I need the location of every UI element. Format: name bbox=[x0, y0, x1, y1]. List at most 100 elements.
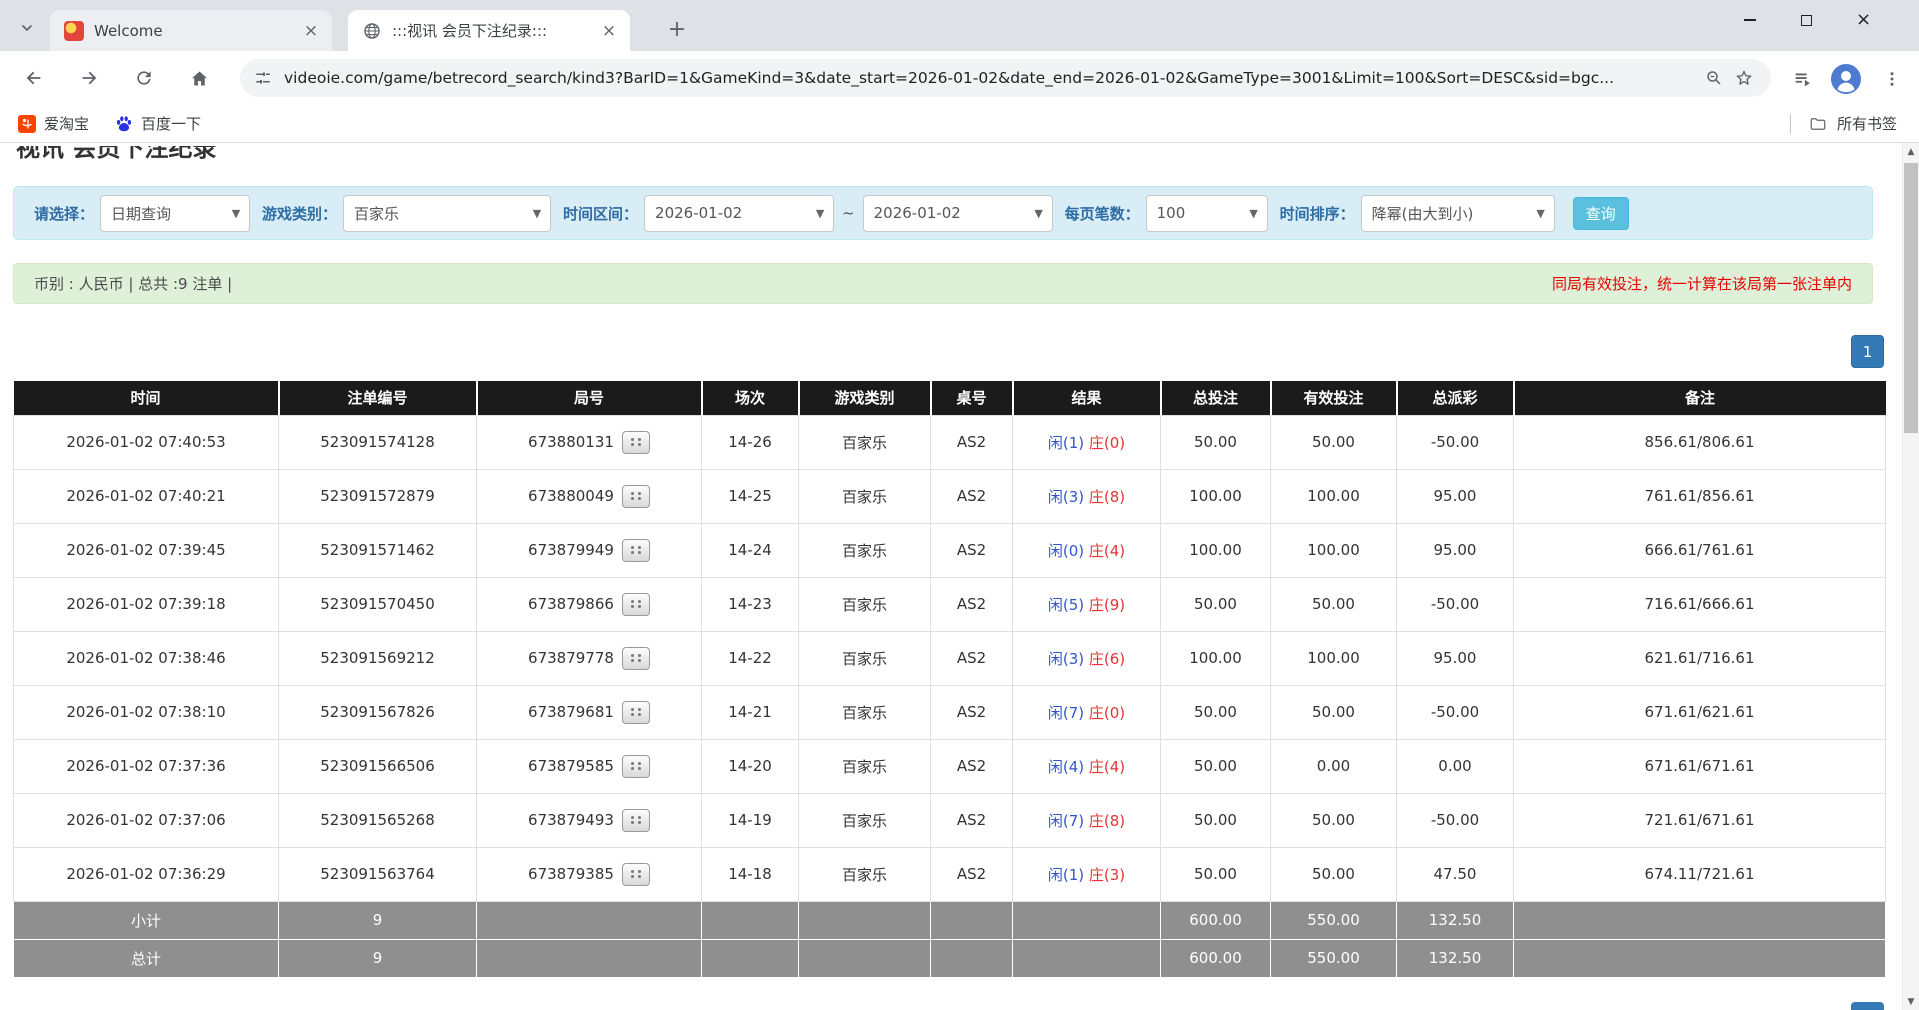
cell-total-bet[interactable]: 100.00 bbox=[1161, 631, 1271, 685]
road-map-icon[interactable] bbox=[622, 701, 650, 724]
home-icon bbox=[189, 68, 210, 89]
bookmarks-bar: 爱淘宝 百度一下 所有书签 bbox=[0, 105, 1919, 143]
cell-game: 百家乐 bbox=[799, 523, 931, 577]
browser-window: Welcome × :::视讯 会员下注纪录::: × + × bbox=[0, 0, 1919, 1010]
summary-cell bbox=[1013, 901, 1161, 939]
result-banker: 庄(8) bbox=[1089, 488, 1125, 506]
maximize-button[interactable] bbox=[1778, 0, 1835, 40]
home-button[interactable] bbox=[177, 56, 221, 100]
chevron-down-icon: ▼ bbox=[223, 207, 249, 220]
date-start-select[interactable]: 2026-01-02 ▼ bbox=[644, 195, 834, 232]
summary-cell bbox=[702, 901, 799, 939]
cell-result: 闲(1) 庄(3) bbox=[1013, 847, 1161, 901]
table-row: 2026-01-02 07:36:29523091563764673879385… bbox=[14, 847, 1886, 901]
cell-table: AS2 bbox=[931, 577, 1013, 631]
cell-total-bet[interactable]: 100.00 bbox=[1161, 523, 1271, 577]
round-id: 673879866 bbox=[528, 595, 614, 613]
new-tab-button[interactable]: + bbox=[662, 14, 692, 44]
pagination-bottom-partial[interactable] bbox=[1851, 1002, 1884, 1010]
tab-search-button[interactable] bbox=[12, 13, 42, 43]
cell-total-bet[interactable]: 50.00 bbox=[1161, 577, 1271, 631]
scrollbar[interactable]: ▲ ▼ bbox=[1902, 143, 1919, 1010]
query-type-select[interactable]: 日期查询 ▼ bbox=[100, 195, 250, 232]
cell-bet-id: 523091566506 bbox=[279, 739, 477, 793]
cell-note: 666.61/761.61 bbox=[1514, 523, 1886, 577]
cell-total-bet[interactable]: 50.00 bbox=[1161, 415, 1271, 469]
road-map-icon[interactable] bbox=[622, 431, 650, 454]
minimize-icon bbox=[1744, 19, 1756, 21]
back-button[interactable] bbox=[12, 56, 56, 100]
page-title-clipped: 视讯 会员下注纪录 bbox=[16, 146, 216, 166]
summary-cell: 550.00 bbox=[1271, 901, 1397, 939]
tab-welcome[interactable]: Welcome × bbox=[50, 10, 332, 51]
bookmark-baidu[interactable]: 百度一下 bbox=[115, 113, 201, 134]
scrollbar-thumb[interactable] bbox=[1904, 163, 1918, 433]
cell-payout: -50.00 bbox=[1397, 685, 1514, 739]
scroll-down-icon[interactable]: ▼ bbox=[1903, 993, 1919, 1010]
search-button[interactable]: 查询 bbox=[1573, 197, 1629, 230]
profile-avatar[interactable] bbox=[1830, 63, 1862, 95]
table-row: 2026-01-02 07:38:10523091567826673879681… bbox=[14, 685, 1886, 739]
tab-bet-records[interactable]: :::视讯 会员下注纪录::: × bbox=[348, 10, 630, 51]
road-map-icon[interactable] bbox=[622, 593, 650, 616]
road-map-icon[interactable] bbox=[622, 485, 650, 508]
media-controls-icon[interactable] bbox=[1787, 63, 1819, 95]
road-map-icon[interactable] bbox=[622, 647, 650, 670]
road-map-icon[interactable] bbox=[622, 755, 650, 778]
chevron-down-icon: ▼ bbox=[807, 207, 833, 220]
cell-valid-bet: 50.00 bbox=[1271, 685, 1397, 739]
minimize-button[interactable] bbox=[1721, 0, 1778, 40]
table-row: 2026-01-02 07:37:06523091565268673879493… bbox=[14, 793, 1886, 847]
scroll-up-icon[interactable]: ▲ bbox=[1903, 143, 1919, 160]
all-bookmarks-button[interactable]: 所有书签 bbox=[1790, 105, 1897, 142]
summary-cell: 600.00 bbox=[1161, 901, 1271, 939]
bookmark-taobao[interactable]: 爱淘宝 bbox=[18, 113, 89, 134]
road-map-icon[interactable] bbox=[622, 539, 650, 562]
per-page-select[interactable]: 100 ▼ bbox=[1146, 195, 1268, 232]
cell-game: 百家乐 bbox=[799, 793, 931, 847]
cell-valid-bet: 50.00 bbox=[1271, 415, 1397, 469]
column-header: 总投注 bbox=[1161, 381, 1271, 415]
pagination-page-1[interactable]: 1 bbox=[1851, 335, 1884, 368]
table-row: 2026-01-02 07:39:45523091571462673879949… bbox=[14, 523, 1886, 577]
cell-bet-id: 523091563764 bbox=[279, 847, 477, 901]
cell-time: 2026-01-02 07:38:10 bbox=[14, 685, 279, 739]
cell-total-bet[interactable]: 50.00 bbox=[1161, 685, 1271, 739]
chevron-down-icon: ▼ bbox=[1026, 207, 1052, 220]
zoom-icon[interactable] bbox=[1699, 63, 1729, 93]
cell-total-bet[interactable]: 50.00 bbox=[1161, 847, 1271, 901]
reload-button[interactable] bbox=[122, 56, 166, 100]
game-type-select[interactable]: 百家乐 ▼ bbox=[343, 195, 551, 232]
result-banker: 庄(4) bbox=[1089, 758, 1125, 776]
menu-icon[interactable] bbox=[1876, 63, 1908, 95]
tab-close-icon[interactable]: × bbox=[598, 20, 620, 42]
road-map-icon[interactable] bbox=[622, 863, 650, 886]
cell-table: AS2 bbox=[931, 469, 1013, 523]
sort-order-select[interactable]: 降幂(由大到小) ▼ bbox=[1361, 195, 1555, 232]
summary-row: 总计9600.00550.00132.50 bbox=[14, 939, 1886, 977]
cell-result: 闲(7) 庄(8) bbox=[1013, 793, 1161, 847]
cell-note: 761.61/856.61 bbox=[1514, 469, 1886, 523]
cell-total-bet[interactable]: 50.00 bbox=[1161, 739, 1271, 793]
url-bar[interactable]: videoie.com/game/betrecord_search/kind3?… bbox=[240, 59, 1771, 97]
cell-table: AS2 bbox=[931, 793, 1013, 847]
tab-close-icon[interactable]: × bbox=[300, 20, 322, 42]
column-header: 有效投注 bbox=[1271, 381, 1397, 415]
forward-icon bbox=[78, 67, 100, 89]
forward-button[interactable] bbox=[67, 56, 111, 100]
summary-cell bbox=[477, 939, 702, 977]
cell-payout: 0.00 bbox=[1397, 739, 1514, 793]
date-end-select[interactable]: 2026-01-02 ▼ bbox=[863, 195, 1053, 232]
summary-cell bbox=[1013, 939, 1161, 977]
cell-total-bet[interactable]: 50.00 bbox=[1161, 793, 1271, 847]
bookmark-star-icon[interactable] bbox=[1729, 63, 1759, 93]
cell-round: 673879385 bbox=[477, 847, 702, 901]
date-range-separator: ~ bbox=[842, 204, 855, 222]
road-map-icon[interactable] bbox=[622, 809, 650, 832]
cell-total-bet[interactable]: 100.00 bbox=[1161, 469, 1271, 523]
site-info-icon[interactable] bbox=[254, 69, 272, 87]
table-header-row: 时间注单编号局号场次游戏类别桌号结果总投注有效投注总派彩备注 bbox=[14, 381, 1886, 415]
close-button[interactable]: × bbox=[1835, 0, 1892, 40]
summary-cell: 132.50 bbox=[1397, 939, 1514, 977]
cell-time: 2026-01-02 07:36:29 bbox=[14, 847, 279, 901]
